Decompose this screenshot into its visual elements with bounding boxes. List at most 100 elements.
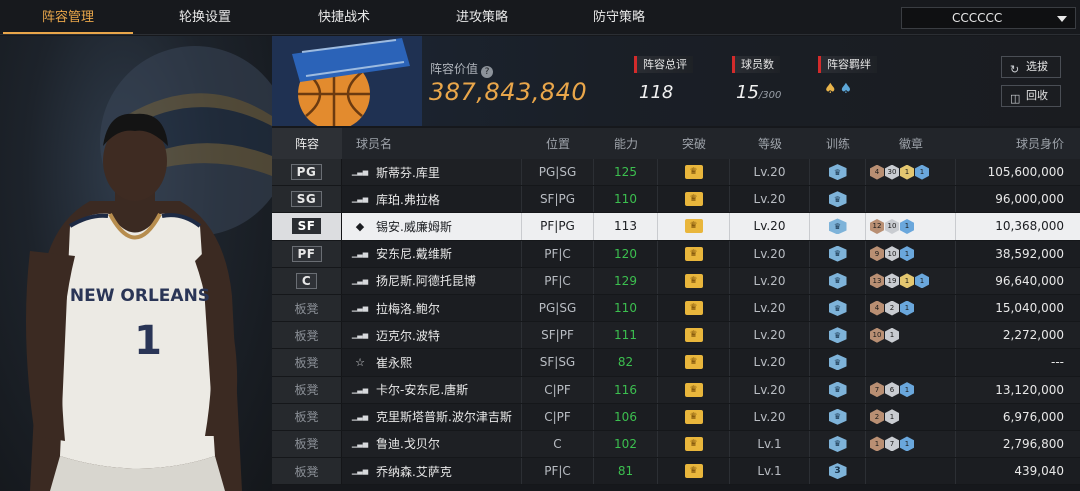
recycle-icon: ◫ [1010,92,1021,105]
table-row[interactable]: C ▁▃▅ 扬尼斯.阿德托昆博 PF|C 129 ♛ Lv.20 ♛ 13 19 1 1 96,640,… [272,267,1080,295]
player-level: Lv.20 [730,186,810,213]
position-tag: PG [290,164,323,181]
silver-badge-icon[interactable]: 7 [885,436,899,452]
silver-badge-icon[interactable]: 10 [885,218,899,234]
training-icon[interactable]: ♛ [828,354,847,371]
tab-offense[interactable]: 进攻策略 [417,0,547,34]
training-icon[interactable]: ♛ [828,381,847,398]
col-breakthrough[interactable]: 突破 [658,128,730,159]
gold-badge-icon[interactable]: 1 [900,164,914,180]
player-level: Lv.20 [730,349,810,376]
lineup-bond-label: 阵容羁绊 [818,56,877,73]
recycle-button[interactable]: ◫ 回收 [1001,85,1061,107]
table-row[interactable]: 板凳 ☆ 崔永熙 SF|SG 82 ♛ Lv.20 ♛ --- [272,349,1080,377]
crown-icon[interactable]: ♛ [684,301,703,316]
training-icon[interactable]: ♛ [828,191,847,208]
crown-icon[interactable]: ♛ [684,328,703,343]
table-row[interactable]: PG ▁▃▅ 斯蒂芬.库里 PG|SG 125 ♛ Lv.20 ♛ 4 30 1 1 105,600,0… [272,159,1080,187]
table-row[interactable]: 板凳 ▁▃▅ 鲁迪.戈贝尔 C 102 ♛ Lv.1 ♛ 1 7 1 2,796,800 [272,430,1080,459]
blue-badge-icon[interactable]: 1 [900,300,914,316]
training-icon[interactable]: ♛ [828,164,847,181]
training-icon[interactable]: ♛ [828,435,847,452]
blue-badge-icon[interactable]: 1 [900,382,914,398]
badges-cell: 12 10 1 [866,213,956,240]
table-row[interactable]: 板凳 ▁▃▅ 拉梅洛.鲍尔 PG|SG 110 ♛ Lv.20 ♛ 4 2 1 15,040,000 [272,294,1080,323]
crown-icon[interactable]: ♛ [684,273,703,288]
bronze-badge-icon[interactable]: 2 [870,409,884,425]
bronze-badge-icon[interactable]: 4 [870,300,884,316]
training-icon[interactable]: ♛ [828,408,847,425]
col-badges[interactable]: 徽章 [866,128,956,159]
silver-badge-icon[interactable]: 30 [885,164,899,180]
tab-lineup[interactable]: 阵容管理 [3,0,133,34]
bronze-badge-icon[interactable]: 12 [870,218,884,234]
player-price: 2,272,000 [1002,328,1064,343]
gold-badge-icon[interactable]: 1 [900,273,914,289]
bronze-badge-icon[interactable]: 13 [870,273,884,289]
blue-badge-icon[interactable]: 1 [915,273,929,289]
col-price[interactable]: 球员身价 [956,128,1080,159]
training-icon[interactable]: ♛ [828,272,847,289]
col-training[interactable]: 训练 [810,128,866,159]
crown-icon[interactable]: ♛ [684,246,703,261]
blue-badge-icon[interactable]: 1 [900,218,914,234]
bronze-badge-icon[interactable]: 4 [870,164,884,180]
tab-rotation[interactable]: 轮换设置 [140,0,270,34]
crown-icon[interactable]: ♛ [684,382,703,397]
table-row[interactable]: PF ▁▃▅ 安东尼.戴维斯 PF|C 120 ♛ Lv.20 ♛ 9 10 1 38,592,000 [272,240,1080,268]
silver-badge-icon[interactable]: 1 [885,409,899,425]
player-ability: 120 [594,240,658,267]
table-row[interactable]: 板凳 ▁▃▅ 乔纳森.艾萨克 PF|C 81 ♛ Lv.1 3 439,040 [272,458,1080,486]
rating-bars-icon: ▁▃▅ [351,304,369,313]
player-count: 15/300 [736,82,782,103]
tab-quick-tactics[interactable]: 快捷战术 [279,0,409,34]
crown-icon[interactable]: ♛ [684,355,703,370]
pick-button[interactable]: ↻ 选拔 [1001,56,1061,78]
silver-badge-icon[interactable]: 1 [885,327,899,343]
bronze-badge-icon[interactable]: 9 [870,246,884,262]
silver-badge-icon[interactable]: 19 [885,273,899,289]
player-ability: 110 [594,294,658,322]
table-row[interactable]: 板凳 ▁▃▅ 卡尔-安东尼.唐斯 C|PF 116 ♛ Lv.20 ♛ 7 6 1 13,120,00… [272,376,1080,404]
silver-badge-icon[interactable]: 2 [885,300,899,316]
help-icon[interactable]: ? [481,66,494,78]
bronze-badge-icon[interactable]: 7 [870,382,884,398]
crown-icon[interactable]: ♛ [684,192,703,207]
col-name[interactable]: 球员名 [342,128,522,159]
tab-defense[interactable]: 防守策略 [554,0,684,34]
bronze-badge-icon[interactable]: 1 [870,436,884,452]
crown-icon[interactable]: ♛ [684,165,703,180]
col-position[interactable]: 位置 [522,128,594,159]
breakthrough-cell: ♛ [658,159,730,186]
table-row[interactable]: 板凳 ▁▃▅ 克里斯塔普斯.波尔津吉斯 C|PF 106 ♛ Lv.20 ♛ 2 1 6,976,0… [272,403,1080,431]
blue-badge-icon[interactable]: 1 [900,436,914,452]
silver-badge-icon[interactable]: 10 [885,246,899,262]
player-name-cell: ▁▃▅ 安东尼.戴维斯 [342,240,522,267]
blue-badge-icon[interactable]: 1 [915,164,929,180]
col-level[interactable]: 等级 [730,128,810,159]
bronze-badge-icon[interactable]: 10 [870,327,884,343]
crown-icon[interactable]: ♛ [684,409,703,424]
crown-icon[interactable]: ♛ [684,219,703,234]
player-name-cell: ◆ 锡安.威廉姆斯 [342,213,522,240]
crown-icon[interactable]: ♛ [684,436,703,451]
player-ability: 82 [594,349,658,376]
col-slot[interactable]: 阵容 [272,128,342,159]
col-ability[interactable]: 能力 [594,128,658,159]
player-name: 崔永熙 [376,355,413,370]
table-row[interactable]: 板凳 ▁▃▅ 迈克尔.波特 SF|PF 111 ♛ Lv.20 ♛ 10 1 2,272,000 [272,322,1080,350]
training-icon[interactable]: ♛ [828,218,847,235]
training-icon[interactable]: ♛ [828,245,847,262]
silver-badge-icon[interactable]: 6 [885,382,899,398]
training-icon[interactable]: 3 [828,463,847,480]
blue-badge-icon[interactable]: 1 [900,246,914,262]
crown-icon[interactable]: ♛ [684,464,703,479]
table-row[interactable]: SF ◆ 锡安.威廉姆斯 PF|PG 113 ♛ Lv.20 ♛ 12 10 1 10,368,000 [272,213,1080,241]
training-icon[interactable]: ♛ [828,300,847,317]
team-dropdown[interactable]: CCCCCC [901,7,1076,29]
training-cell: ♛ [810,376,866,403]
training-icon[interactable]: ♛ [828,327,847,344]
slot-cell: PF [272,240,342,267]
table-row[interactable]: SG ▁▃▅ 库珀.弗拉格 SF|PG 110 ♛ Lv.20 ♛ 96,000,000 [272,186,1080,214]
bond-icons[interactable]: ♠ ♠ [824,81,852,97]
